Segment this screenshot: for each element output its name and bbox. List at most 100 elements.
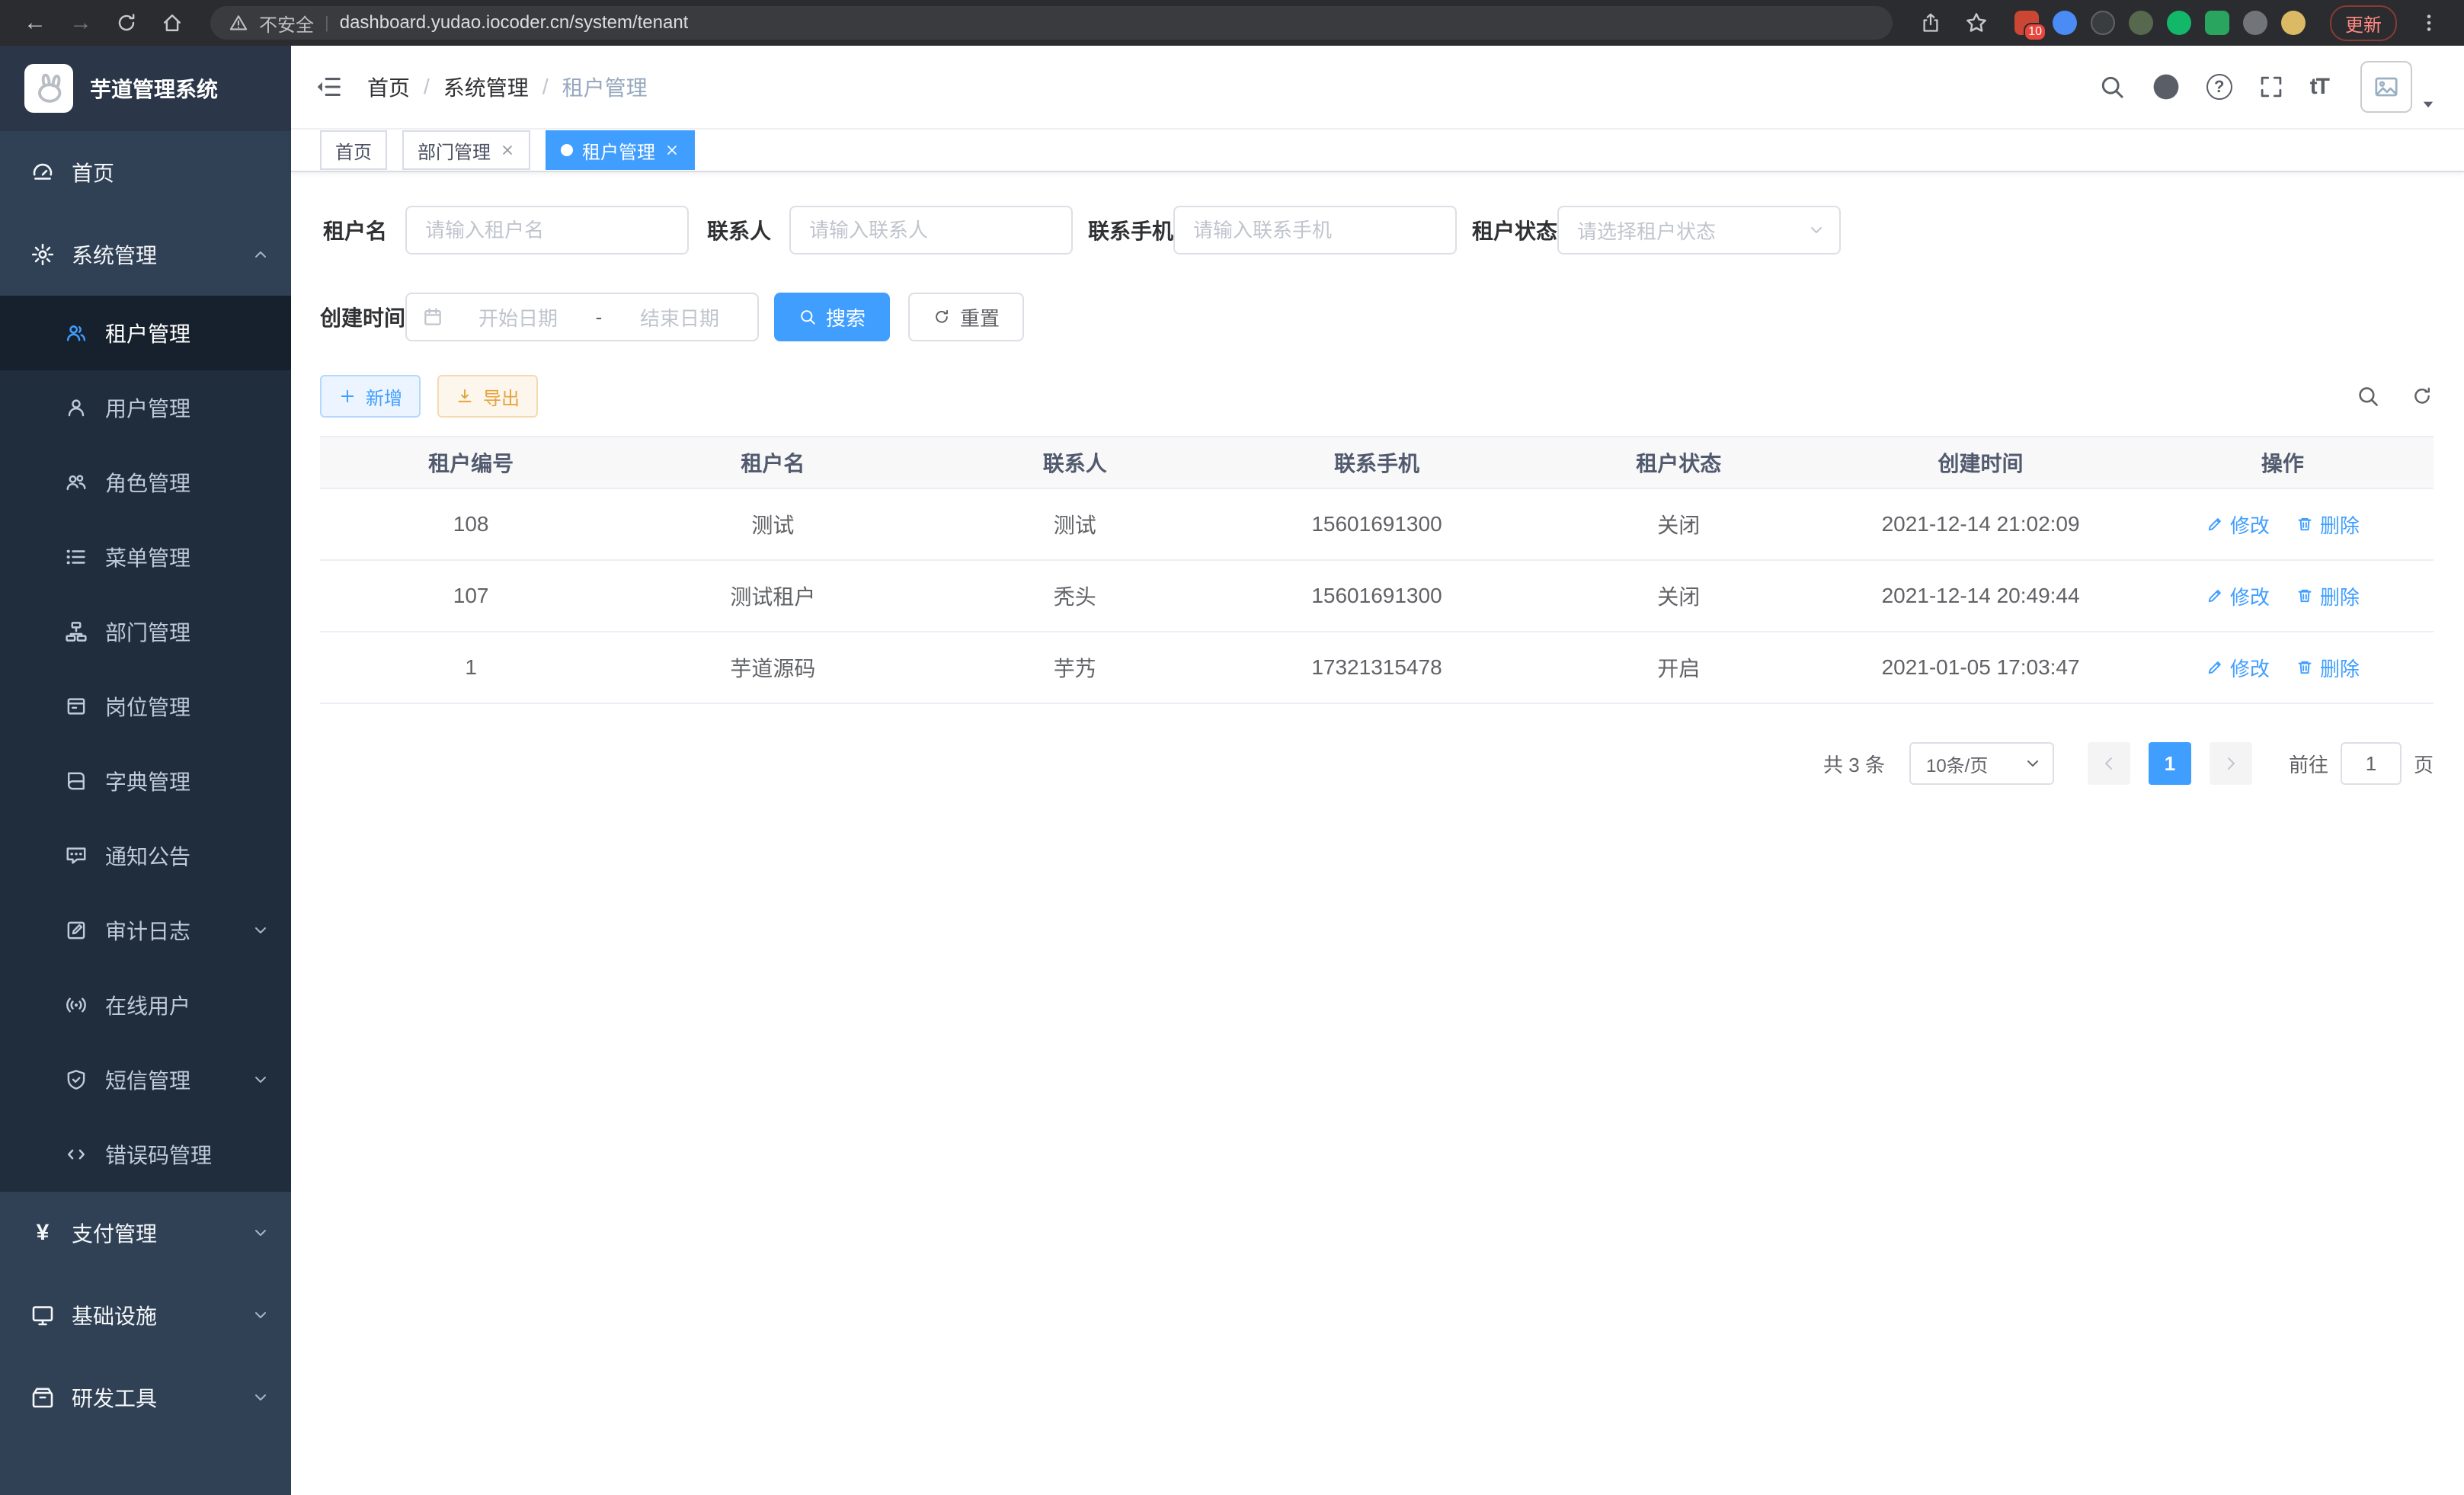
next-page-button[interactable] [2210,742,2252,785]
page-content: 租户名 联系人 联系手机 租户状态 请选择租户状态 [291,172,2464,1495]
add-button[interactable]: 新增 [320,375,421,418]
breadcrumb-home[interactable]: 首页 [367,72,410,102]
browser-back-icon[interactable]: ← [15,5,55,41]
sidebar-item-home[interactable]: 首页 [0,131,291,213]
sidebar-item-audit-log[interactable]: 审计日志 [0,893,291,968]
browser-reload-icon[interactable] [107,5,146,41]
tenant-name-label: 租户名 [320,215,405,245]
sidebar-item-label: 通知公告 [105,840,270,871]
column-header: 租户名 [622,437,923,489]
cell-phone: 17321315478 [1226,632,1528,704]
not-secure-icon [229,13,248,33]
extension-icon[interactable] [2091,11,2115,35]
page-number-current[interactable]: 1 [2149,742,2191,785]
search-icon[interactable] [2098,73,2126,101]
audit-log-icon [64,918,88,943]
add-button-label: 新增 [366,383,402,410]
sidebar-item-notice[interactable]: 通知公告 [0,818,291,893]
sidebar-item-user[interactable]: 用户管理 [0,370,291,445]
date-range-picker[interactable]: 开始日期 - 结束日期 [405,293,759,341]
user-menu[interactable] [2360,61,2437,113]
delete-label: 删除 [2320,511,2360,539]
cell-created: 2021-12-14 21:02:09 [1829,489,2131,561]
share-icon[interactable] [1911,5,1950,41]
sidebar-item-menu[interactable]: 菜单管理 [0,520,291,594]
close-icon[interactable] [500,142,515,158]
message-icon [64,844,88,868]
sidebar-item-post[interactable]: 岗位管理 [0,669,291,744]
table-search-toggle-icon[interactable] [2356,384,2380,408]
sidebar-item-sms[interactable]: 短信管理 [0,1042,291,1117]
reset-button[interactable]: 重置 [908,293,1024,341]
help-icon[interactable]: ? [2206,74,2232,100]
dashboard-icon [30,160,55,184]
sidebar-item-dict[interactable]: 字典管理 [0,744,291,818]
phone-label: 联系手机 [1088,215,1173,245]
phone-input[interactable] [1173,206,1457,255]
sidebar-item-label: 基础设施 [72,1300,235,1330]
cell-contact: 秃头 [924,561,1226,632]
filter-row-1: 租户名 联系人 联系手机 租户状态 请选择租户状态 [320,206,2434,255]
edit-label: 修改 [2230,654,2270,682]
tab-tenant[interactable]: 租户管理 [546,130,695,170]
sidebar-item-error-code[interactable]: 错误码管理 [0,1117,291,1192]
browser-forward-icon[interactable]: → [61,5,101,41]
font-size-icon[interactable]: tT [2310,74,2328,100]
tab-home[interactable]: 首页 [320,130,387,170]
tags-view-bar: 首页 部门管理 租户管理 [291,130,2464,172]
breadcrumb-system[interactable]: 系统管理 [443,72,529,102]
browser-menu-icon[interactable] [2409,5,2449,41]
goto-page-input[interactable] [2341,742,2402,785]
cell-phone: 15601691300 [1226,489,1528,561]
cell-actions: 修改 删除 [2132,489,2434,561]
extension-puzzle-icon[interactable] [2243,11,2267,35]
edit-link[interactable]: 修改 [2206,654,2270,682]
delete-label: 删除 [2320,582,2360,610]
table-refresh-icon[interactable] [2411,385,2434,408]
sidebar-item-system[interactable]: 系统管理 [0,213,291,296]
edit-link[interactable]: 修改 [2206,582,2270,610]
sidebar-item-tenant[interactable]: 租户管理 [0,296,291,370]
extension-icon[interactable] [2205,11,2229,35]
sidebar-item-dept[interactable]: 部门管理 [0,594,291,669]
extension-icon[interactable]: 10 [2014,11,2039,35]
tenant-status-select[interactable]: 请选择租户状态 [1557,206,1841,255]
address-bar[interactable]: 不安全 | dashboard.yudao.iocoder.cn/system/… [210,6,1893,40]
chevron-down-icon [1807,221,1826,239]
extension-icon[interactable] [2129,11,2153,35]
browser-home-icon[interactable] [152,5,192,41]
prev-page-button[interactable] [2088,742,2130,785]
page-size-select[interactable]: 10条/页 [1909,742,2054,785]
app-logo[interactable]: 芋道管理系统 [0,46,291,131]
sidebar-collapse-icon[interactable] [314,72,343,101]
cell-tenant-name: 测试租户 [622,561,923,632]
fullscreen-icon[interactable] [2258,74,2284,100]
search-button-label: 搜索 [826,303,866,331]
bookmark-star-icon[interactable] [1957,5,1996,41]
edit-link[interactable]: 修改 [2206,511,2270,539]
sidebar-item-infra[interactable]: 基础设施 [0,1274,291,1356]
search-button[interactable]: 搜索 [774,293,890,341]
sidebar-item-payment[interactable]: ¥ 支付管理 [0,1192,291,1274]
sidebar-item-role[interactable]: 角色管理 [0,445,291,520]
delete-link[interactable]: 删除 [2296,582,2360,610]
chevron-down-icon [2024,754,2042,773]
book-icon [64,769,88,793]
tab-label: 部门管理 [418,137,491,164]
github-icon[interactable] [2152,72,2181,101]
delete-link[interactable]: 删除 [2296,511,2360,539]
tenant-name-input[interactable] [405,206,689,255]
sidebar: 芋道管理系统 首页 系统管理 租户管理 用户管理 [0,46,291,1495]
close-icon[interactable] [664,142,680,158]
tab-dept[interactable]: 部门管理 [402,130,530,170]
extension-icon[interactable] [2053,11,2077,35]
delete-link[interactable]: 删除 [2296,654,2360,682]
sidebar-item-online-user[interactable]: 在线用户 [0,968,291,1042]
extension-icon[interactable] [2167,11,2191,35]
chevron-down-icon [251,1071,270,1089]
export-button[interactable]: 导出 [437,375,538,418]
extension-icon[interactable] [2281,11,2306,35]
sidebar-item-dev-tools[interactable]: 研发工具 [0,1356,291,1439]
contact-input[interactable] [789,206,1073,255]
chrome-update-button[interactable]: 更新 [2330,5,2397,41]
